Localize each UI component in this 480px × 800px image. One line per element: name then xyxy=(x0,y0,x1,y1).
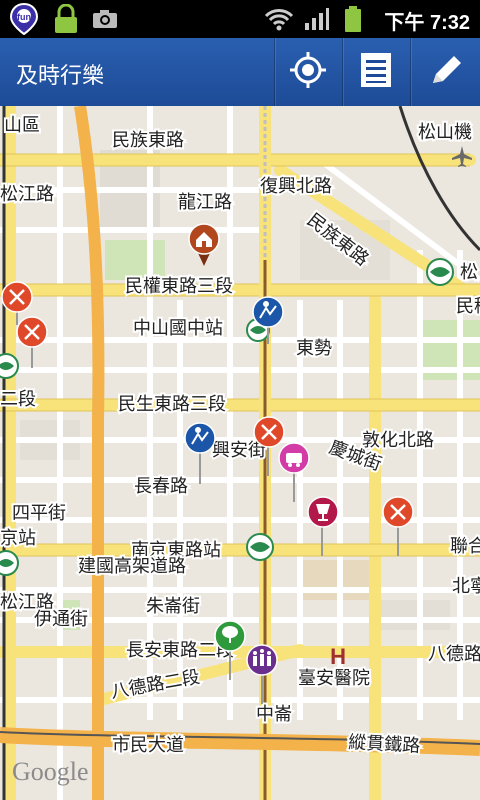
metro-station-icon xyxy=(0,353,19,379)
app-bar: 及時行樂 xyxy=(0,38,480,106)
map-label: 京站 xyxy=(0,528,36,549)
map-label: 八德路 xyxy=(428,644,480,665)
google-logo: Google xyxy=(12,757,89,786)
status-bar: fun 下午 7:32 xyxy=(0,0,480,38)
map-label: 東勢 xyxy=(296,338,332,359)
metro-station-icon xyxy=(0,550,19,576)
map-view[interactable]: H 山區 松山機 民族東路 民族東路 復興北路 民權東路三段 中山國中站 東勢 … xyxy=(0,106,480,800)
map-label: 民生東路三段 xyxy=(118,394,226,415)
list-icon xyxy=(359,51,393,93)
hospital-icon: H xyxy=(330,644,346,669)
people-icon xyxy=(253,649,271,666)
map-label: 聯合 xyxy=(450,536,480,557)
map-label: 縱貫鐵路 xyxy=(348,732,421,757)
map-label: 朱崙街 xyxy=(146,596,200,617)
camera-icon xyxy=(90,5,120,33)
map-label: 民權東路三段 xyxy=(125,276,233,297)
locate-icon xyxy=(289,51,327,93)
map-label: 長春路 xyxy=(134,476,188,497)
map-label: 松江路 xyxy=(0,184,54,205)
signal-icon xyxy=(302,5,332,33)
map-label: 龍江路 xyxy=(178,192,232,213)
map-label: 伊通街 xyxy=(34,609,88,630)
svg-text:fun: fun xyxy=(17,12,31,22)
map-label: 民稱 xyxy=(456,296,480,317)
map-label: 敦化北路 xyxy=(362,430,434,451)
map-label: 松 xyxy=(460,262,478,283)
map-label: 復興北路 xyxy=(260,176,332,197)
wifi-icon xyxy=(262,5,296,33)
status-clock: 下午 7:32 xyxy=(384,11,470,34)
map-label: 民族東路 xyxy=(112,130,184,151)
battery-icon xyxy=(340,5,366,33)
locate-button[interactable] xyxy=(274,38,341,106)
svg-text:H: H xyxy=(330,644,346,669)
lock-icon xyxy=(50,4,82,33)
map-label: 四平街 xyxy=(12,503,66,524)
map-label: 中崙 xyxy=(256,704,292,725)
list-button[interactable] xyxy=(342,38,409,106)
map-label: 松山機 xyxy=(418,122,472,143)
map-label: 臺安醫院 xyxy=(298,668,370,689)
map-label: 二段 xyxy=(0,389,36,410)
app-title: 及時行樂 xyxy=(16,64,105,89)
app-notification-icon: fun xyxy=(6,3,42,35)
map-label: 山區 xyxy=(4,115,40,136)
map-canvas: H 山區 松山機 民族東路 民族東路 復興北路 民權東路三段 中山國中站 東勢 … xyxy=(0,106,480,800)
edit-icon xyxy=(427,51,465,93)
metro-station-icon xyxy=(246,533,274,561)
map-label: 建國高架道路 xyxy=(78,556,186,577)
map-label: 中山國中站 xyxy=(133,318,223,339)
map-label: 市民大道 xyxy=(112,735,184,756)
edit-button[interactable] xyxy=(410,38,480,106)
metro-station-icon xyxy=(426,258,454,286)
map-label: 北寧路 xyxy=(452,576,480,597)
